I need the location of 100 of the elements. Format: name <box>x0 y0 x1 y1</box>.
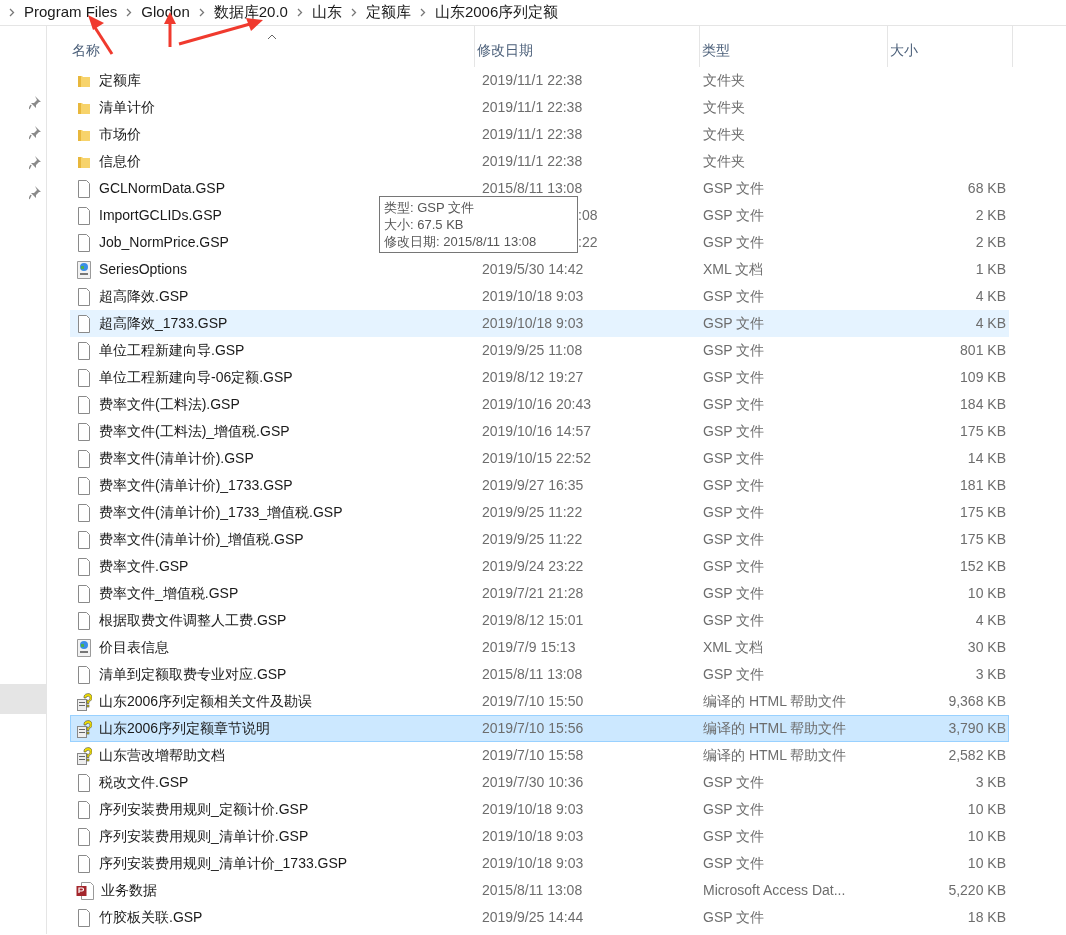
breadcrumb-item[interactable]: 山东2006序列定额 <box>434 1 559 24</box>
help-file-icon <box>76 746 92 765</box>
file-name: 竹胶板关联.GSP <box>99 908 203 927</box>
file-type: Microsoft Access Dat... <box>703 882 846 898</box>
database-file-icon <box>76 881 94 900</box>
file-name: 费率文件(清单计价)_增值税.GSP <box>99 530 304 549</box>
file-size: 5,220 KB <box>948 882 1006 898</box>
file-type: GSP 文件 <box>703 234 765 250</box>
file-name: 费率文件(清单计价)_1733_增值税.GSP <box>99 503 343 522</box>
pin-icon[interactable] <box>29 96 41 110</box>
modified-date: 2019/8/12 19:27 <box>482 369 584 385</box>
modified-date: 2019/10/18 9:03 <box>482 828 584 844</box>
sort-caret-icon <box>267 34 277 40</box>
file-name: GCLNormData.GSP <box>99 179 226 198</box>
breadcrumb-item[interactable]: 定额库 <box>365 1 411 24</box>
file-type: GSP 文件 <box>703 909 765 925</box>
file-type: GSP 文件 <box>703 315 765 331</box>
modified-date: 2019/5/30 14:42 <box>482 261 584 277</box>
file-icon <box>76 908 92 927</box>
file-name: 定额库 <box>99 71 141 90</box>
file-name: 山东营改增帮助文档 <box>99 746 225 765</box>
file-type: GSP 文件 <box>703 288 765 304</box>
pin-icon[interactable] <box>29 186 41 200</box>
file-type: GSP 文件 <box>703 855 765 871</box>
tooltip-line: 修改日期: 2015/8/11 13:08 <box>384 233 538 250</box>
file-type: 编译的 HTML 帮助文件 <box>703 693 847 709</box>
file-size: 30 KB <box>967 639 1006 655</box>
file-type: GSP 文件 <box>703 342 765 358</box>
file-name: 费率文件(工料法).GSP <box>99 395 240 414</box>
modified-date: 2019/7/10 15:56 <box>482 720 584 736</box>
breadcrumb-item[interactable]: 山东 <box>311 1 342 24</box>
file-name: 超高降效_1733.GSP <box>99 314 228 333</box>
column-header[interactable]: 大小 <box>888 26 1013 67</box>
modified-date: 2019/11/1 22:38 <box>482 72 583 88</box>
file-icon <box>76 476 92 495</box>
file-row[interactable]: 山东2006序列定额章节说明 2019/7/10 15:56 编译的 HTML 帮助文件 3,790 KB <box>70 715 1009 742</box>
modified-date: 2019/9/25 11:08 <box>482 342 583 358</box>
modified-date: 2019/10/18 9:03 <box>482 855 584 871</box>
chevron-icon <box>350 8 357 17</box>
file-size: 3,790 KB <box>948 720 1006 736</box>
modified-date: :08 <box>578 207 598 223</box>
file-size: 109 KB <box>960 369 1006 385</box>
pin-icon[interactable] <box>29 126 41 140</box>
chevron-icon <box>9 8 15 17</box>
file-size: 10 KB <box>967 828 1006 844</box>
breadcrumb-item[interactable]: 数据库20.0 <box>213 1 288 24</box>
file-type: GSP 文件 <box>703 477 765 493</box>
file-name: 业务数据 <box>101 881 157 900</box>
help-file-icon <box>76 692 92 711</box>
modified-date: 2019/10/18 9:03 <box>482 288 584 304</box>
file-type: 文件夹 <box>703 126 745 142</box>
file-name: 山东2006序列定额相关文件及勘误 <box>99 692 313 711</box>
file-icon <box>76 395 92 414</box>
file-icon <box>76 179 92 198</box>
modified-date: 2019/8/12 15:01 <box>482 612 584 628</box>
file-name: 税改文件.GSP <box>99 773 189 792</box>
modified-date: 2019/10/16 20:43 <box>482 396 591 412</box>
file-name: 信息价 <box>99 152 141 171</box>
file-name: 清单到定额取费专业对应.GSP <box>99 665 287 684</box>
tooltip-line: 大小: 67.5 KB <box>384 216 465 233</box>
modified-date: 2019/10/16 14:57 <box>482 423 591 439</box>
file-icon <box>76 530 92 549</box>
file-icon <box>76 827 92 846</box>
file-name: 单位工程新建向导-06定额.GSP <box>99 368 293 387</box>
file-size: 175 KB <box>960 504 1006 520</box>
file-size: 18 KB <box>967 909 1006 925</box>
file-name: 山东2006序列定额章节说明 <box>99 719 271 738</box>
chevron-icon <box>126 8 133 17</box>
file-type: XML 文档 <box>703 261 764 277</box>
modified-date: :22 <box>578 234 598 250</box>
file-size: 2 KB <box>975 234 1006 250</box>
file-row[interactable]: 超高降效_1733.GSP 2019/10/18 9:03 GSP 文件 4 KB <box>70 310 1009 337</box>
help-file-icon <box>76 719 92 738</box>
file-icon <box>76 206 92 225</box>
column-header[interactable]: 修改日期 <box>475 26 700 67</box>
file-size: 175 KB <box>960 423 1006 439</box>
modified-date: 2019/7/9 15:13 <box>482 639 576 655</box>
file-name: 清单计价 <box>99 98 155 117</box>
modified-date: 2019/9/25 11:22 <box>482 531 583 547</box>
file-size: 3 KB <box>975 774 1006 790</box>
modified-date: 2019/11/1 22:38 <box>482 126 583 142</box>
file-size: 181 KB <box>960 477 1006 493</box>
chevron-icon <box>296 8 303 17</box>
file-icon <box>76 557 92 576</box>
modified-date: 2019/9/25 14:44 <box>482 909 584 925</box>
file-type: GSP 文件 <box>703 774 765 790</box>
file-name: SeriesOptions <box>99 260 187 279</box>
file-type: 文件夹 <box>703 153 745 169</box>
file-size: 10 KB <box>967 855 1006 871</box>
file-type: GSP 文件 <box>703 207 765 223</box>
modified-date: 2019/7/21 21:28 <box>482 585 584 601</box>
pin-icon[interactable] <box>29 156 41 170</box>
breadcrumb-item[interactable]: Glodon <box>141 1 190 24</box>
column-header[interactable]: 类型 <box>700 26 888 67</box>
file-name: 序列安装费用规则_清单计价_1733.GSP <box>99 854 348 873</box>
breadcrumb-item[interactable]: Program Files <box>24 1 118 24</box>
file-icon <box>76 341 92 360</box>
web-document-icon <box>76 260 92 279</box>
file-size: 152 KB <box>960 558 1006 574</box>
file-type: GSP 文件 <box>703 450 765 466</box>
